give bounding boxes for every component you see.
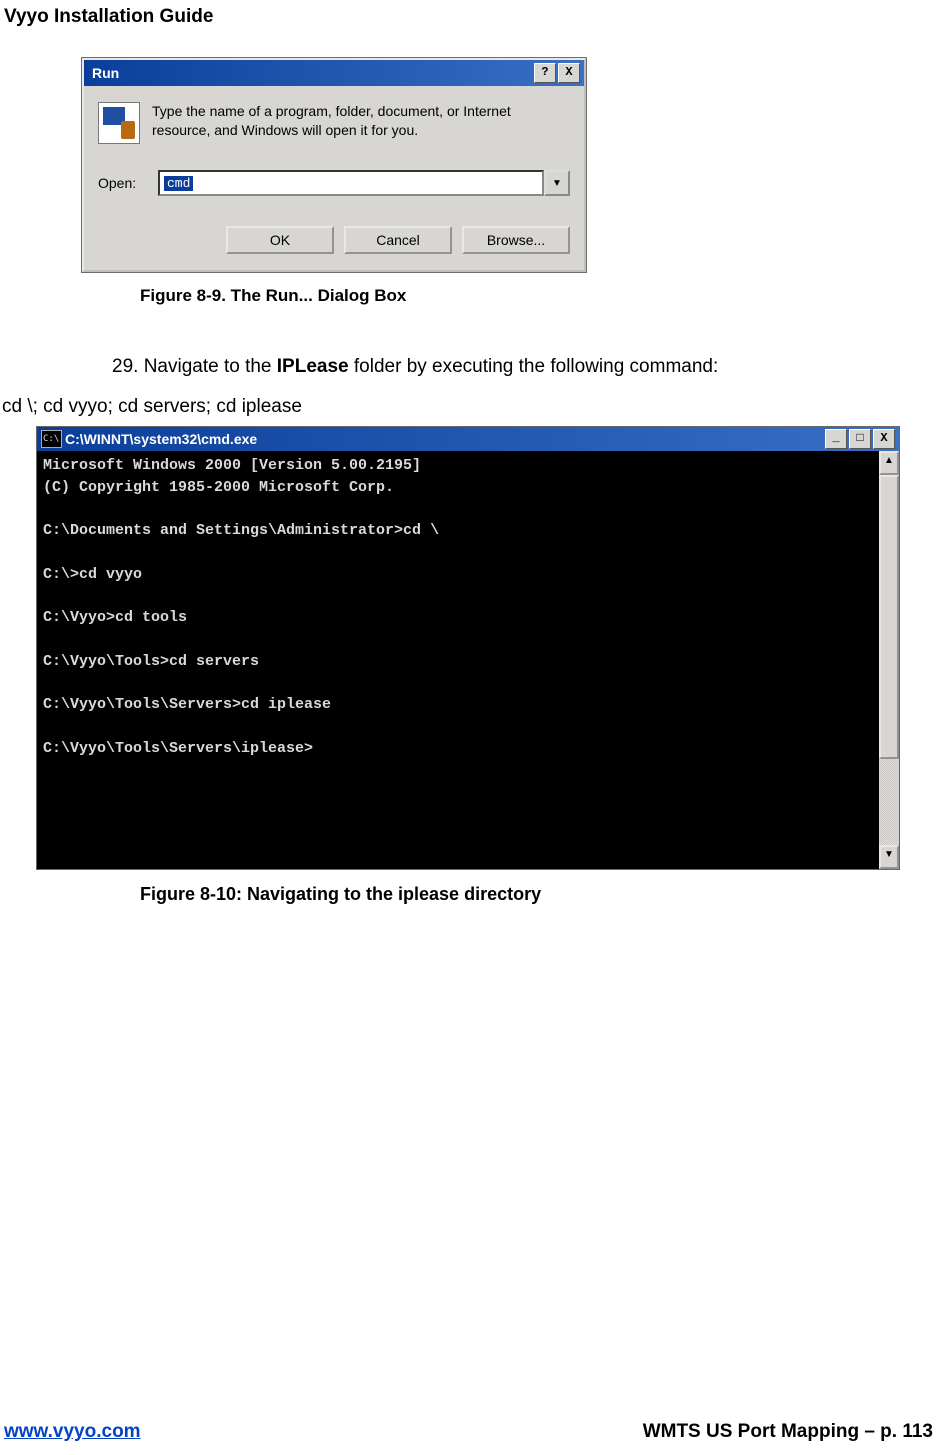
page-content: Run ? X Type the name of a program, fold… — [0, 28, 937, 905]
step-prefix: 29. Navigate to the — [112, 356, 277, 377]
run-titlebar: Run ? X — [84, 60, 584, 86]
cmd-icon: C:\ — [41, 430, 62, 448]
help-button[interactable]: ? — [534, 63, 556, 83]
page-header: Vyyo Installation Guide — [0, 0, 937, 28]
cmd-window-title: C:\WINNT\system32\cmd.exe — [65, 431, 823, 447]
run-icon — [98, 102, 140, 144]
scroll-thumb[interactable] — [879, 475, 899, 759]
run-dialog: Run ? X Type the name of a program, fold… — [82, 58, 586, 272]
minimize-button[interactable]: _ — [825, 429, 847, 449]
open-label: Open: — [98, 175, 158, 191]
step-bold: IPLease — [277, 356, 349, 377]
scrollbar[interactable]: ▲ ▼ — [879, 451, 899, 869]
ok-button[interactable]: OK — [226, 226, 334, 254]
footer-url[interactable]: www.vyyo.com — [4, 1421, 141, 1443]
scroll-track[interactable] — [879, 475, 899, 845]
close-button[interactable]: X — [873, 429, 895, 449]
run-dialog-title: Run — [88, 65, 532, 81]
maximize-button[interactable]: □ — [849, 429, 871, 449]
run-description: Type the name of a program, folder, docu… — [152, 102, 552, 140]
cmd-window: C:\ C:\WINNT\system32\cmd.exe _ □ X Micr… — [36, 426, 900, 870]
step-29: 29. Navigate to the IPLease folder by ex… — [112, 356, 937, 378]
browse-button[interactable]: Browse... — [462, 226, 570, 254]
scroll-down-button[interactable]: ▼ — [879, 845, 899, 869]
close-button[interactable]: X — [558, 63, 580, 83]
cancel-button[interactable]: Cancel — [344, 226, 452, 254]
command-line-text: cd \; cd vyyo; cd servers; cd iplease — [2, 396, 937, 418]
scroll-up-button[interactable]: ▲ — [879, 451, 899, 475]
page-footer: www.vyyo.com WMTS US Port Mapping – p. 1… — [4, 1421, 933, 1443]
chevron-down-icon[interactable]: ▼ — [544, 170, 570, 196]
footer-page-info: WMTS US Port Mapping – p. 113 — [643, 1421, 933, 1443]
cmd-titlebar: C:\ C:\WINNT\system32\cmd.exe _ □ X — [37, 427, 899, 451]
step-suffix: folder by executing the following comman… — [349, 356, 719, 377]
open-combobox[interactable]: cmd ▼ — [158, 170, 570, 196]
open-input[interactable]: cmd — [158, 170, 544, 196]
figure-8-10-caption: Figure 8-10: Navigating to the iplease d… — [140, 884, 937, 905]
figure-8-9-caption: Figure 8-9. The Run... Dialog Box — [140, 286, 937, 306]
open-input-value: cmd — [164, 176, 193, 191]
cmd-output: Microsoft Windows 2000 [Version 5.00.219… — [37, 451, 879, 869]
